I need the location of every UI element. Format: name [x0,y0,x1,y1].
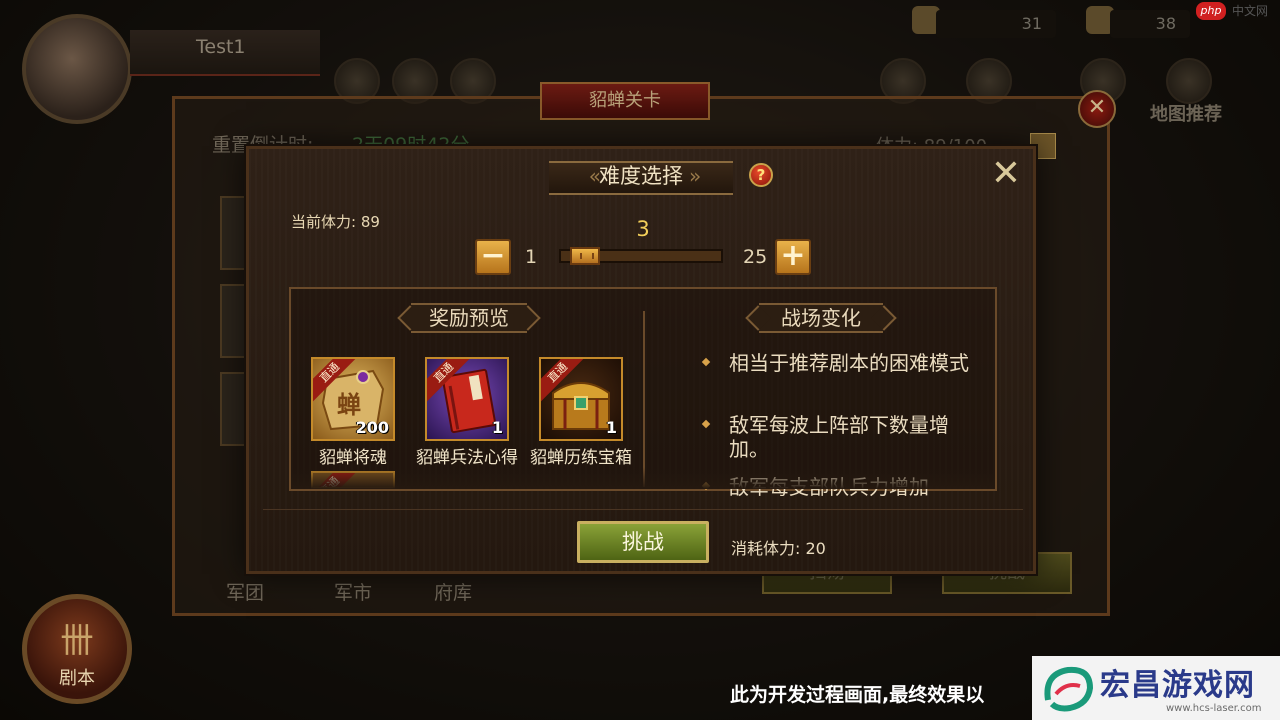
script-icon: 卌 [60,621,94,661]
script-label: 剧本 [59,668,95,689]
resource-bar-1: 31 [936,10,1056,38]
help-icon[interactable]: ? [749,163,773,187]
rewards-preview-title: 奖励预览 [411,303,527,333]
reward-item[interactable]: 直通 1 [539,357,623,441]
challenge-button[interactable]: 挑战 [577,521,709,563]
site-watermark-title: 宏昌游戏网 [1100,668,1255,703]
difficulty-slider-handle[interactable] [570,247,601,265]
player-name: Test1 [196,36,246,58]
current-stamina: 当前体力: 89 [291,213,380,231]
dev-footage-note: 此为开发过程画面,最终效果以 [730,684,985,706]
top-bar: Test1 31 38 php 中文网 [0,0,1280,124]
difficulty-max: 25 [743,246,768,268]
scroll-fade [291,467,995,489]
stamina-cost: 消耗体力: 20 [731,539,826,558]
nav-legion[interactable]: 军团 [226,578,264,605]
nav-treasury[interactable]: 府库 [434,578,472,605]
reward-count: 1 [491,418,503,437]
modal-title: 难度选择 [599,164,683,188]
reward-item[interactable]: 蝉 直通 200 [311,357,395,441]
change-item: 相当于推荐剧本的困难模式 [729,351,969,375]
decrease-difficulty-button[interactable]: − [475,239,511,275]
reward-count: 200 [355,418,389,437]
map-recommend-label[interactable]: 地图推荐 [1150,100,1222,126]
player-avatar[interactable] [22,14,132,124]
section-divider [643,311,645,487]
reward-count: 1 [605,418,617,437]
increase-difficulty-button[interactable]: + [775,239,811,275]
dragon-logo-icon [1044,666,1094,712]
php-logo: php [1196,2,1226,20]
soul-token-glyph: 蝉 [337,391,361,419]
script-button[interactable]: 卌 剧本 [22,594,132,704]
difficulty-modal: « » 难度选择 ? ✕ 当前体力: 89 3 − 1 25 + 奖励预览 战场… [246,146,1036,574]
stage-title: 貂蝉关卡 [540,82,710,120]
footer-divider [263,509,1023,510]
reward-name: 貂蝉历练宝箱 [530,448,632,468]
close-icon[interactable]: ✕ [989,156,1023,193]
reward-item[interactable]: 直通 1 [425,357,509,441]
map-icon[interactable] [1166,58,1212,104]
nav-market[interactable]: 军市 [334,578,372,605]
reward-name: 貂蝉将魂 [319,448,387,468]
difficulty-level-value: 3 [636,217,650,241]
battlefield-changes-title: 战场变化 [759,303,883,333]
resource-bar-2: 38 [1110,10,1190,38]
change-item: 敌军每波上阵部下数量增加。 [729,413,949,461]
stage-close-button[interactable]: ✕ [1078,90,1116,128]
php-site-text: 中文网 [1232,4,1269,18]
difficulty-min: 1 [525,246,538,268]
reward-name: 貂蝉兵法心得 [416,448,518,468]
site-watermark-url: www.hcs-laser.com [1166,703,1262,714]
